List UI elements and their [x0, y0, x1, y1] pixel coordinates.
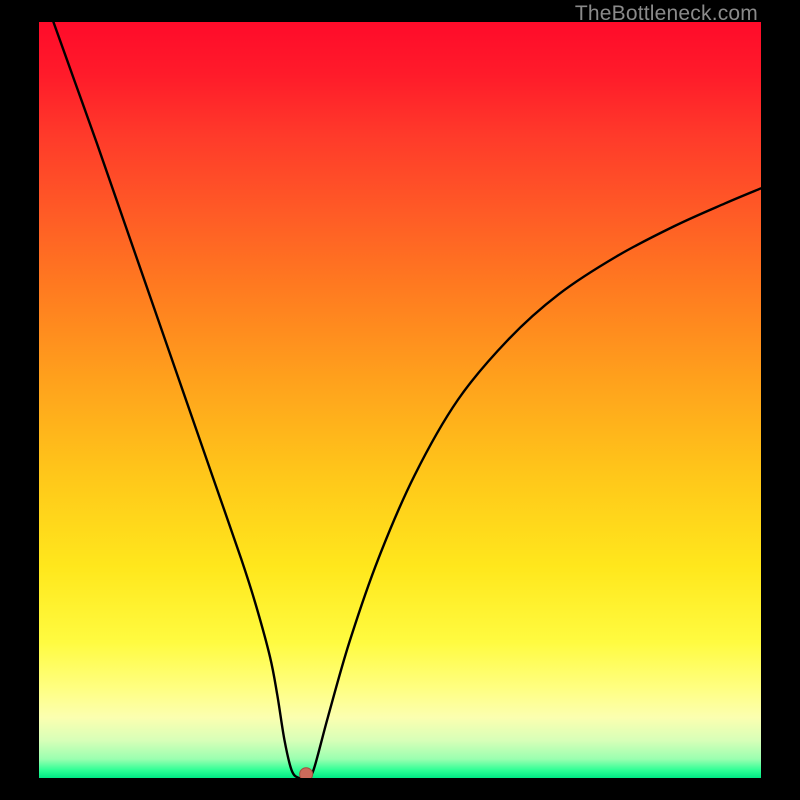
bottleneck-curve	[39, 22, 761, 778]
chart-frame: TheBottleneck.com	[0, 0, 800, 800]
minimum-marker	[300, 768, 313, 778]
plot-area	[39, 22, 761, 778]
curve-path	[53, 22, 761, 778]
